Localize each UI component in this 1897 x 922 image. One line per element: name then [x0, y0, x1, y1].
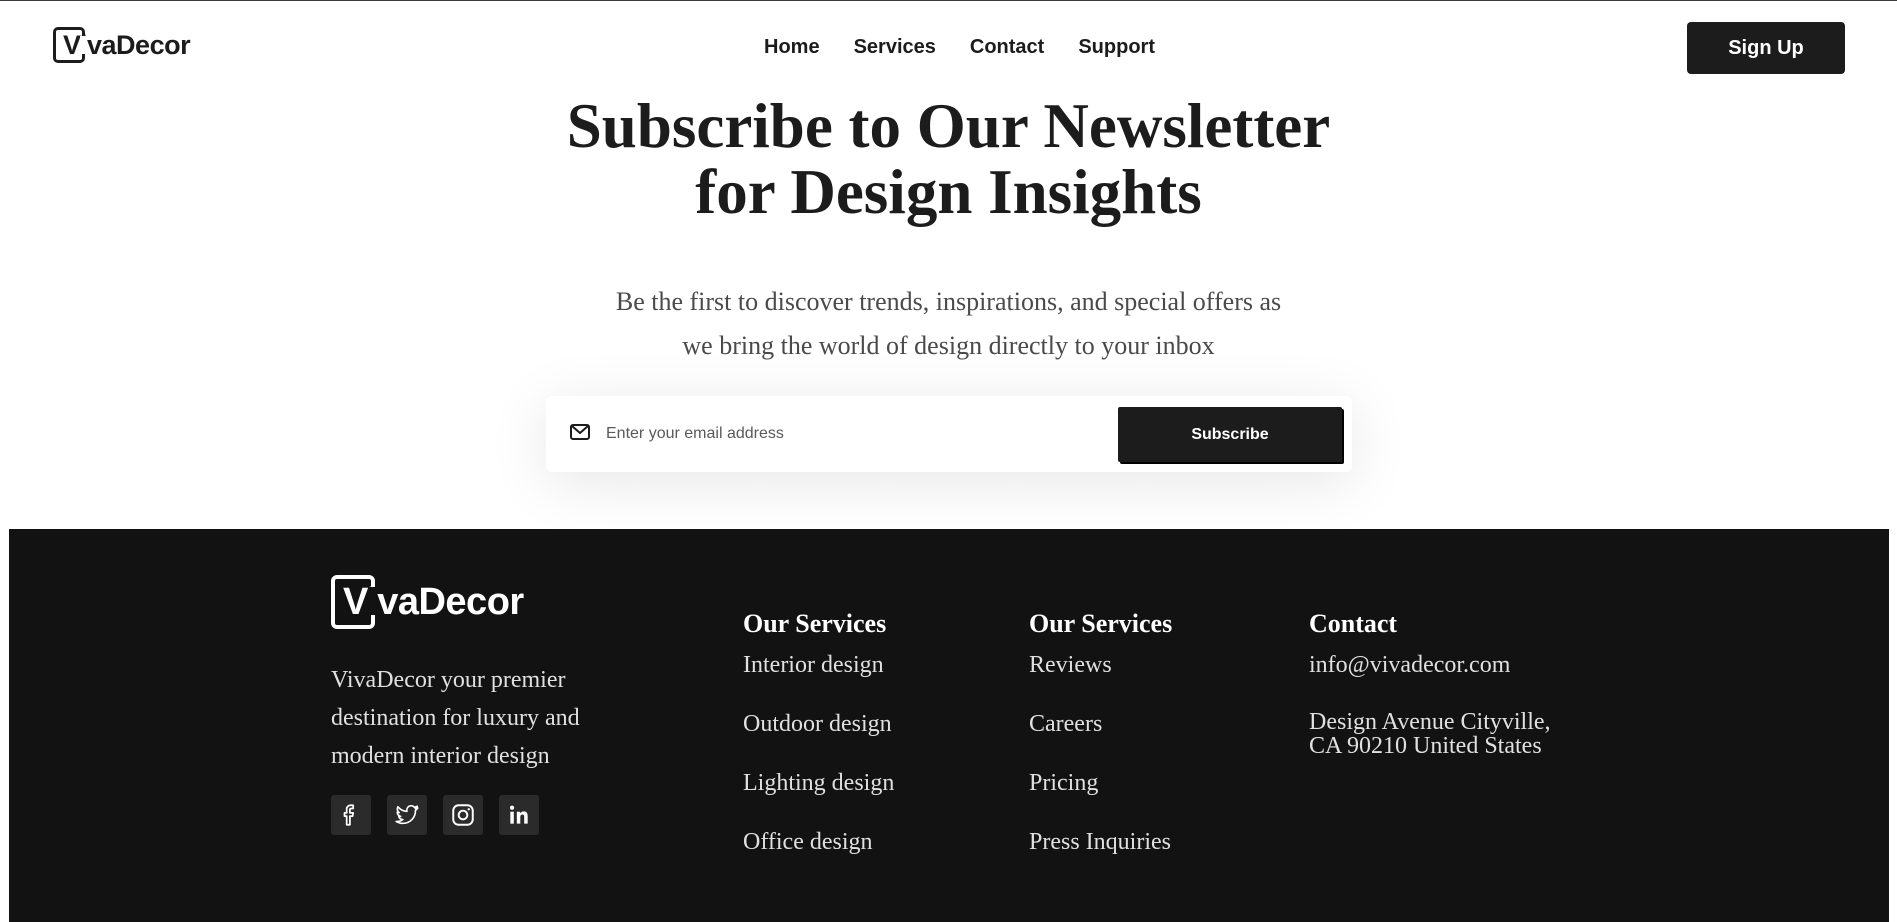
hero-title-line1: Subscribe to Our Newsletter: [566, 91, 1331, 161]
instagram-link[interactable]: [443, 795, 483, 835]
nav-item-contact[interactable]: Contact: [970, 36, 1044, 59]
main-nav: Home Services Contact Support: [764, 36, 1155, 59]
twitter-icon: [395, 804, 419, 825]
footer-link-list: Interior design Outdoor design Lighting …: [743, 651, 894, 856]
footer-link-reviews[interactable]: Reviews: [1029, 651, 1172, 679]
hero-subtitle-line2: we bring the world of design directly to…: [682, 331, 1215, 360]
hero-subtitle: Be the first to discover trends, inspira…: [0, 280, 1897, 368]
footer-column-heading: Our Services: [743, 609, 887, 638]
linkedin-icon: [510, 805, 528, 824]
subscribe-form: Subscribe: [546, 396, 1352, 472]
hero-title: Subscribe to Our Newsletter for Design I…: [0, 93, 1897, 225]
site-header: VivaDecor Home Services Contact Support …: [0, 1, 1897, 93]
nav-item-services[interactable]: Services: [854, 36, 936, 59]
contact-email-link[interactable]: info@vivadecor.com: [1309, 651, 1551, 679]
linkedin-link[interactable]: [499, 795, 539, 835]
footer-link-careers[interactable]: Careers: [1029, 710, 1172, 738]
footer-contact-heading: Contact: [1309, 609, 1398, 638]
email-input[interactable]: [606, 418, 1086, 450]
site-footer: VivaDecor VivaDecor your premier destina…: [9, 529, 1889, 922]
social-links: [331, 795, 539, 835]
footer-description: VivaDecor your premier destination for l…: [331, 667, 580, 769]
facebook-icon: [343, 804, 355, 826]
footer-link-office-design[interactable]: Office design: [743, 828, 894, 856]
footer-link-press-inquiries[interactable]: Press Inquiries: [1029, 828, 1172, 856]
footer-column-services: Our Services Interior design Outdoor des…: [743, 609, 894, 887]
footer-column-heading: Our Services: [1029, 609, 1173, 638]
nav-item-support[interactable]: Support: [1078, 36, 1155, 59]
footer-column-contact: Contact info@vivadecor.com Design Avenue…: [1309, 609, 1551, 758]
mail-icon: [570, 424, 590, 440]
subscribe-button[interactable]: Subscribe: [1118, 407, 1342, 462]
hero-subtitle-line1: Be the first to discover trends, inspira…: [615, 287, 1282, 316]
instagram-icon: [452, 804, 474, 826]
nav-item-home[interactable]: Home: [764, 36, 820, 59]
contact-address-line2: CA 90210 United States: [1309, 733, 1542, 759]
footer-link-interior-design[interactable]: Interior design: [743, 651, 894, 679]
contact-address: Design Avenue Cityville, CA 90210 United…: [1309, 710, 1551, 758]
contact-address-line1: Design Avenue Cityville,: [1309, 709, 1551, 735]
facebook-link[interactable]: [331, 795, 371, 835]
footer-link-lighting-design[interactable]: Lighting design: [743, 769, 894, 797]
sign-up-button[interactable]: Sign Up: [1687, 22, 1845, 74]
footer-link-list: Reviews Careers Pricing Press Inquiries: [1029, 651, 1172, 856]
hero-title-line2: for Design Insights: [695, 157, 1202, 227]
footer-logo[interactable]: VivaDecor: [331, 575, 524, 629]
footer-link-pricing[interactable]: Pricing: [1029, 769, 1172, 797]
logo-mark-icon: [53, 27, 86, 63]
footer-column-company: Our Services Reviews Careers Pricing Pre…: [1029, 609, 1172, 887]
footer-link-outdoor-design[interactable]: Outdoor design: [743, 710, 894, 738]
twitter-link[interactable]: [387, 795, 427, 835]
footer-logo-mark-icon: [331, 575, 377, 629]
brand-logo[interactable]: VivaDecor: [53, 27, 191, 63]
